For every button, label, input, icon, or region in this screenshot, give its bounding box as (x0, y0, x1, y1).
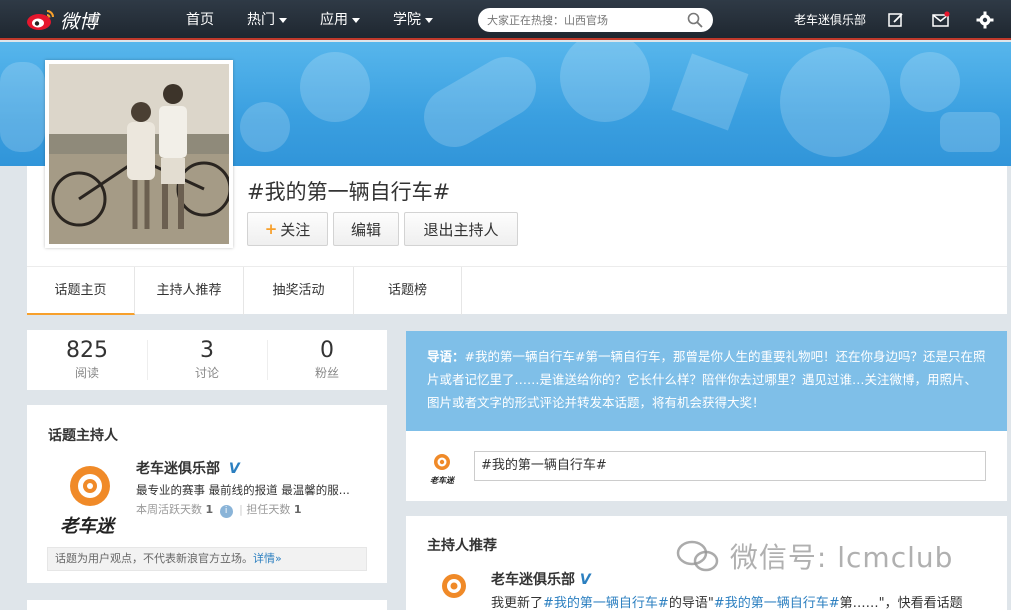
recommend-text-part: 第……"，快看看话题 (839, 596, 963, 610)
separator: | (239, 503, 243, 516)
composer-logo-text: 老车迷 (430, 476, 454, 485)
plus-icon: + (264, 220, 278, 238)
gear-logo-icon (434, 454, 450, 470)
wechat-icon (676, 540, 719, 572)
nav-link-academy[interactable]: 学院 (393, 0, 433, 40)
composer-input[interactable]: #我的第一辆自行车# (474, 451, 986, 481)
settings-icon[interactable] (976, 11, 994, 29)
recommend-author-name: 老车迷俱乐部 (491, 572, 575, 588)
nav-link-home[interactable]: 首页 (186, 0, 214, 40)
guide-label: 导语： (427, 349, 465, 364)
activity-label: 本周活跃天数 (136, 503, 202, 516)
recommend-heading: 主持人推荐 (427, 538, 497, 554)
disclaimer-notice: 话题为用户观点，不代表新浪官方立场。详情» (47, 547, 367, 571)
host-description: 最专业的赛事 最前线的报道 最温馨的服... (136, 483, 350, 497)
cover-decor (671, 53, 749, 131)
caret-down-icon (279, 17, 287, 23)
bicycle-photo-illustration (49, 64, 229, 244)
tab-topic-rank[interactable]: 话题榜 (354, 267, 462, 315)
message-icon[interactable] (932, 11, 950, 29)
topic-link[interactable]: #我的第一辆自行车# (714, 596, 840, 610)
guide-text: #我的第一辆自行车#第一辆自行车，那曾是你人生的重要礼物吧！还在你身边吗？还是只… (427, 349, 986, 410)
edit-icon[interactable] (887, 11, 905, 29)
search-input[interactable] (487, 11, 682, 29)
stat-label: 阅读 (74, 366, 99, 380)
cover-decor (0, 62, 45, 152)
cover-decor (560, 42, 650, 122)
topic-tabs: 话题主页 主持人推荐 抽奖活动 话题榜 (27, 266, 1007, 315)
tab-host-recommend[interactable]: 主持人推荐 (135, 267, 244, 315)
cover-decor (240, 102, 290, 152)
topic-photo (49, 64, 229, 244)
logo-text: 微博 (60, 10, 99, 33)
quit-host-button[interactable]: 退出主持人 (404, 212, 518, 246)
cover-decor (780, 47, 890, 157)
club-logo-text: 老车迷 (60, 516, 114, 537)
nav-link-label: 热门 (247, 12, 275, 28)
stat-discussions[interactable]: 3 讨论 (147, 330, 267, 381)
host-days-label: 担任天数 (246, 503, 291, 516)
recommend-author[interactable]: 老车迷俱乐部 V (491, 569, 591, 589)
stat-fans[interactable]: 0 粉丝 (267, 330, 387, 381)
recommend-text-part: 的导语" (668, 596, 714, 610)
nav-link-apps[interactable]: 应用 (320, 0, 360, 40)
caret-down-icon (352, 17, 360, 23)
recommend-text-part: 我更新了 (491, 596, 544, 610)
host-name-text: 老车迷俱乐部 (136, 461, 220, 477)
top-navbar: 微博 首页 热门 应用 学院 老车迷俱乐部 (0, 0, 1011, 40)
next-panel (27, 600, 387, 610)
verified-icon: V (228, 461, 240, 477)
info-icon[interactable]: i (219, 505, 233, 518)
wechat-watermark: 微信号: lcmclub (676, 536, 953, 576)
host-name[interactable]: 老车迷俱乐部 V (136, 458, 240, 478)
composer-avatar: 老车迷 (428, 452, 456, 485)
cover-decor (300, 52, 370, 122)
topic-link[interactable]: #我的第一辆自行车# (543, 596, 669, 610)
host-activity: 本周活跃天数 1 i | 担任天数 1 (136, 501, 302, 518)
tab-lottery[interactable]: 抽奖活动 (244, 267, 354, 315)
follow-label: 关注 (280, 220, 311, 239)
nav-link-label: 应用 (320, 12, 348, 28)
caret-down-icon (425, 17, 433, 23)
nav-link-label: 学院 (393, 12, 421, 28)
tab-topic-home[interactable]: 话题主页 (27, 267, 135, 315)
verified-icon: V (579, 572, 591, 588)
activity-days: 1 (205, 503, 214, 516)
cover-decor (413, 46, 547, 158)
stat-number: 0 (320, 338, 334, 363)
stats-panel: 825 阅读 3 讨论 0 粉丝 (27, 330, 387, 390)
watermark-text: 微信号: lcmclub (729, 541, 954, 574)
edit-button[interactable]: 编辑 (333, 212, 399, 246)
stat-number: 3 (200, 338, 214, 363)
nav-link-label: 首页 (186, 12, 214, 28)
recommend-avatar[interactable] (430, 570, 478, 610)
nav-username[interactable]: 老车迷俱乐部 (794, 0, 866, 40)
recommend-text: 我更新了#我的第一辆自行车#的导语"#我的第一辆自行车#第……"，快看看话题 (491, 592, 963, 610)
topic-avatar[interactable] (45, 60, 233, 248)
cover-decor (900, 52, 960, 112)
weibo-eye-icon (26, 8, 56, 32)
host-heading: 话题主持人 (48, 428, 118, 444)
host-days-value: 1 (293, 503, 302, 516)
gear-logo-icon (442, 574, 466, 598)
cover-decor (940, 112, 1000, 152)
topic-title: #我的第一辆自行车# (247, 180, 451, 204)
stat-number: 825 (66, 338, 108, 363)
stat-label: 粉丝 (314, 366, 339, 380)
nav-links: 首页 热门 应用 学院 (186, 0, 466, 40)
search-icon[interactable] (687, 12, 703, 28)
stat-label: 讨论 (194, 366, 219, 380)
search-box (478, 8, 713, 32)
topic-guide: 导语：#我的第一辆自行车#第一辆自行车，那曾是你人生的重要礼物吧！还在你身边吗？… (406, 331, 1007, 431)
details-link[interactable]: 详情» (253, 552, 282, 565)
weibo-logo[interactable]: 微博 (26, 6, 98, 34)
follow-button[interactable]: + 关注 (247, 212, 328, 246)
nav-link-hot[interactable]: 热门 (247, 0, 287, 40)
notice-text: 话题为用户观点，不代表新浪官方立场。 (55, 552, 253, 565)
stat-reads[interactable]: 825 阅读 (27, 330, 147, 381)
